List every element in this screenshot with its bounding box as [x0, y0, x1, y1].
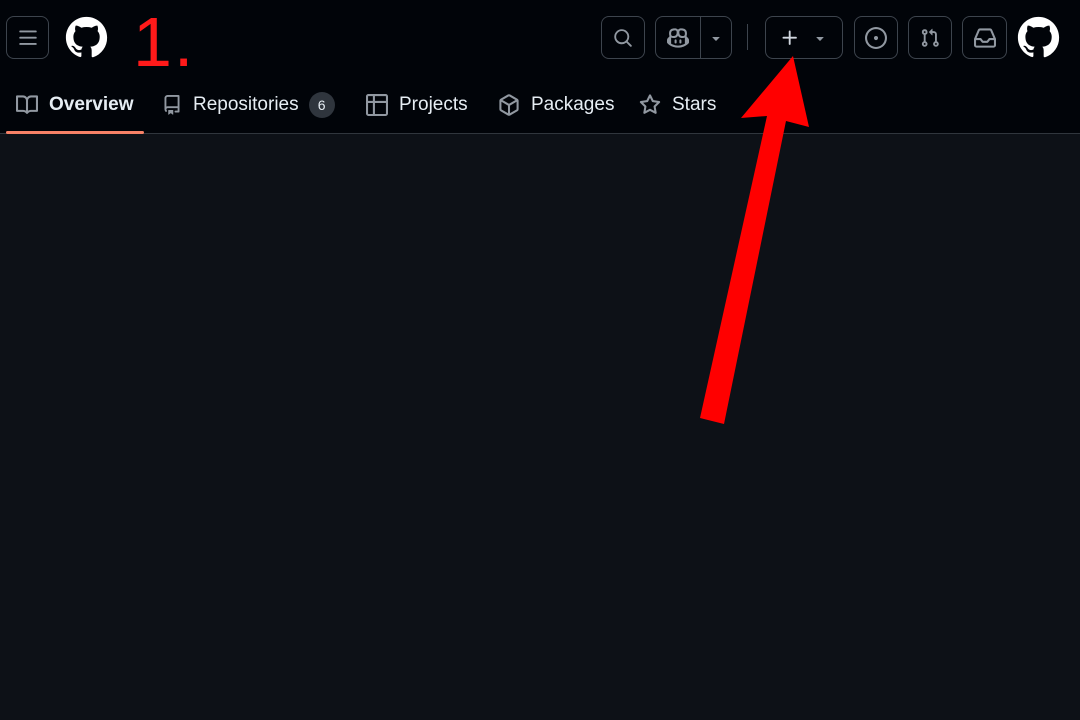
tab-stars-label: Stars — [672, 93, 717, 115]
git-pull-request-icon — [921, 28, 939, 47]
star-icon — [639, 93, 661, 114]
issue-opened-icon — [865, 26, 887, 49]
search-button[interactable] — [601, 16, 645, 59]
triangle-down-icon — [816, 36, 824, 41]
tab-repositories[interactable]: Repositories 6 — [162, 76, 335, 133]
tab-projects[interactable]: Projects — [366, 76, 468, 133]
table-icon — [366, 93, 388, 116]
book-icon — [16, 94, 38, 114]
tab-projects-label: Projects — [399, 93, 468, 115]
inbox-icon — [973, 27, 996, 48]
tab-overview[interactable]: Overview — [6, 76, 144, 134]
repo-icon — [164, 94, 180, 115]
avatar[interactable] — [1017, 16, 1060, 59]
copilot-icon — [667, 27, 689, 48]
step-number-annotation: 1. — [133, 3, 196, 81]
header-divider — [747, 24, 748, 50]
copilot-button[interactable] — [656, 17, 701, 58]
issues-button[interactable] — [854, 16, 898, 59]
tab-packages[interactable]: Packages — [498, 76, 614, 133]
plus-icon — [782, 30, 797, 45]
github-profile-page: 1. Overview Repositories 6 Projects Pack… — [0, 0, 1080, 720]
github-logo-icon[interactable] — [65, 16, 108, 59]
copilot-button-group — [655, 16, 732, 59]
menu-button[interactable] — [6, 16, 49, 59]
triangle-down-icon — [712, 36, 720, 41]
github-avatar-icon — [1017, 16, 1060, 58]
package-icon — [499, 93, 519, 116]
tab-repositories-label: Repositories — [193, 93, 299, 115]
global-header: 1. Overview Repositories 6 Projects Pack… — [0, 0, 1080, 134]
active-tab-indicator — [6, 131, 144, 134]
pull-requests-button[interactable] — [908, 16, 952, 59]
copilot-dropdown-button[interactable] — [701, 17, 731, 58]
tab-stars[interactable]: Stars — [639, 76, 716, 133]
repositories-count-badge: 6 — [308, 91, 335, 118]
profile-tabs: Overview Repositories 6 Projects Package… — [0, 76, 760, 134]
tab-overview-label: Overview — [49, 93, 134, 115]
tab-packages-label: Packages — [531, 93, 615, 115]
hamburger-menu-icon — [18, 30, 37, 45]
search-icon — [614, 28, 632, 47]
inbox-button[interactable] — [962, 16, 1007, 59]
create-new-button[interactable] — [765, 16, 843, 59]
